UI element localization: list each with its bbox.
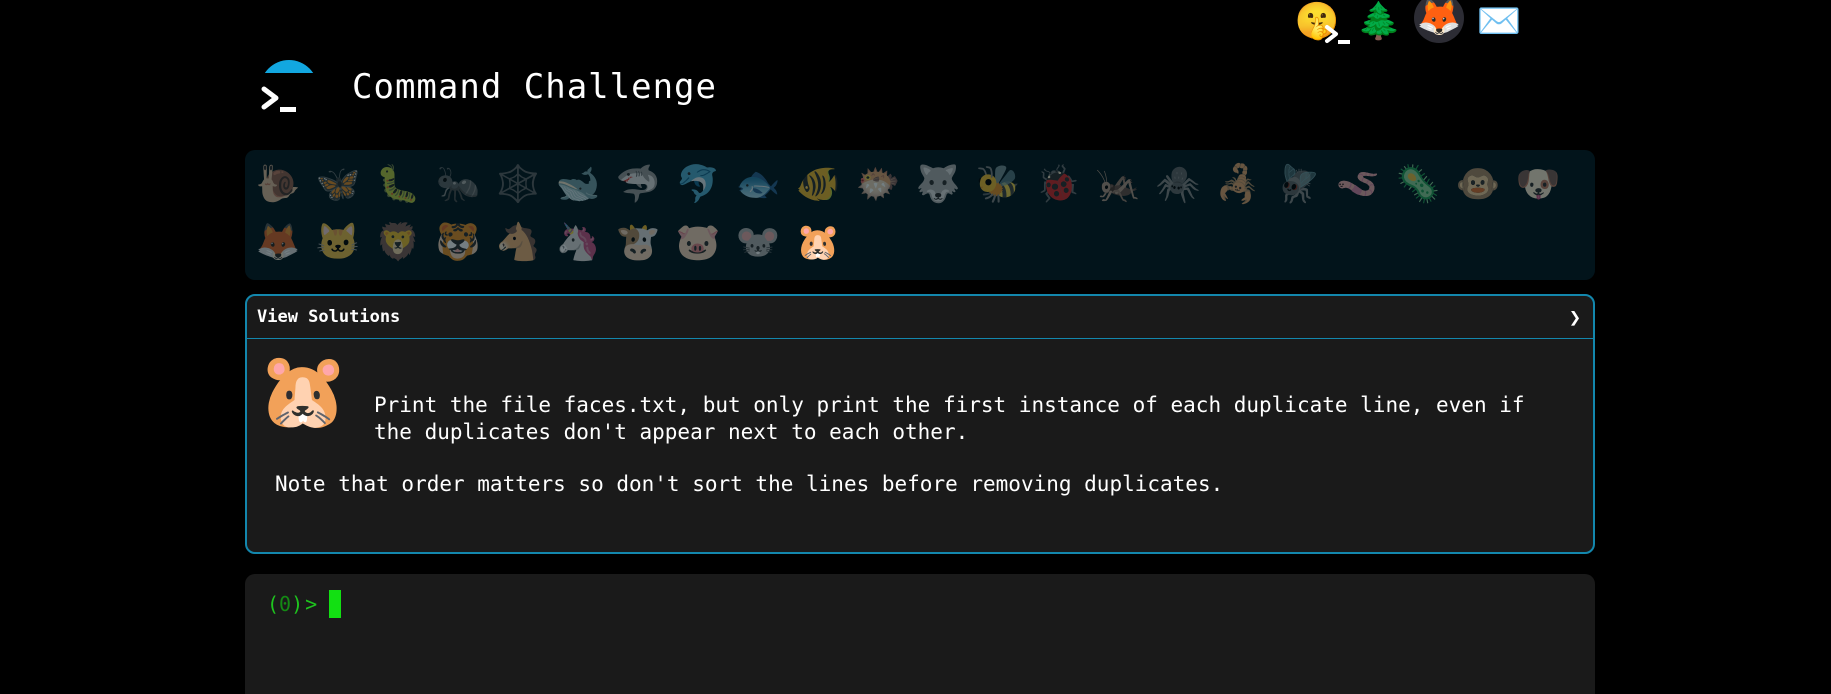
fly-icon[interactable]: 🪰 bbox=[1273, 160, 1323, 210]
chevron-right-icon: ❯ bbox=[1568, 305, 1581, 329]
terminal[interactable]: ( 0 ) > bbox=[245, 574, 1595, 694]
prompt-close-paren: ) bbox=[291, 592, 304, 616]
monkey-icon[interactable]: 🐵 bbox=[1453, 160, 1503, 210]
cow-icon[interactable]: 🐮 bbox=[613, 218, 663, 268]
hamster-icon[interactable]: 🐹 bbox=[793, 218, 843, 268]
mail-icon[interactable]: ✉️ bbox=[1472, 2, 1526, 42]
view-solutions-label: View Solutions bbox=[257, 307, 401, 327]
view-solutions-toggle[interactable]: View Solutions ❯ bbox=[247, 296, 1593, 339]
prompt-symbol: > bbox=[305, 592, 318, 616]
microbe-icon[interactable]: 🦠 bbox=[1393, 160, 1443, 210]
ant-icon[interactable]: 🐜 bbox=[433, 160, 483, 210]
blowfish-icon[interactable]: 🐡 bbox=[853, 160, 903, 210]
terminal-logo-icon[interactable] bbox=[258, 55, 322, 119]
cat-icon[interactable]: 🐱 bbox=[313, 218, 363, 268]
gitlab-icon[interactable]: 🦊 bbox=[1414, 0, 1464, 43]
caterpillar-icon[interactable]: 🐛 bbox=[373, 160, 423, 210]
hamster-icon: 🐹 bbox=[257, 348, 350, 434]
unicorn-icon[interactable]: 🦄 bbox=[553, 218, 603, 268]
tiger-icon[interactable]: 🐯 bbox=[433, 218, 483, 268]
logo-prompt-icon bbox=[261, 86, 296, 112]
mouse-icon[interactable]: 🐭 bbox=[733, 218, 783, 268]
terminal-prompt: ( 0 ) > bbox=[267, 590, 342, 618]
top-nav: 🤫 🌲 🦊 ✉️ bbox=[1290, 0, 1526, 44]
prompt-open-paren: ( bbox=[267, 592, 280, 616]
snail-icon[interactable]: 🐌 bbox=[253, 160, 303, 210]
shark-icon[interactable]: 🦈 bbox=[613, 160, 663, 210]
page-title: Command Challenge bbox=[352, 67, 717, 107]
worm-icon[interactable]: 🪱 bbox=[1333, 160, 1383, 210]
site-header: Command Challenge bbox=[258, 55, 717, 119]
fish-icon[interactable]: 🐟 bbox=[733, 160, 783, 210]
pig-icon[interactable]: 🐷 bbox=[673, 218, 723, 268]
lion-icon[interactable]: 🦁 bbox=[373, 218, 423, 268]
dolphin-icon[interactable]: 🐬 bbox=[673, 160, 723, 210]
scorpion-icon[interactable]: 🦂 bbox=[1213, 160, 1263, 210]
horse-icon[interactable]: 🐴 bbox=[493, 218, 543, 268]
tropical-fish-icon[interactable]: 🐠 bbox=[793, 160, 843, 210]
challenge-note: Note that order matters so don't sort th… bbox=[275, 472, 1224, 496]
whale-icon[interactable]: 🐋 bbox=[553, 160, 603, 210]
bee-icon[interactable]: 🐝 bbox=[973, 160, 1023, 210]
ladybug-icon[interactable]: 🐞 bbox=[1033, 160, 1083, 210]
challenge-description: Print the file faces.txt, but only print… bbox=[374, 393, 1525, 444]
spider-web-icon[interactable]: 🕸️ bbox=[493, 160, 543, 210]
challenge-selector: 🐌 🦋 🐛 🐜 🕸️ 🐋 🦈 🐬 🐟 🐠 🐡 🐺 🐝 🐞 🦗 🕷️ 🦂 🪰 🪱 🦠 🐵 🐶 🦊 🐱 🦁 🐯 🐴 🦄 🐮 🐷 🐭 🐹 bbox=[245, 150, 1595, 280]
spider-icon[interactable]: 🕷️ bbox=[1153, 160, 1203, 210]
dog-icon[interactable]: 🐶 bbox=[1513, 160, 1563, 210]
wolf-icon[interactable]: 🐺 bbox=[913, 160, 963, 210]
butterfly-icon[interactable]: 🦋 bbox=[313, 160, 363, 210]
fox-icon[interactable]: 🦊 bbox=[253, 218, 303, 268]
exit-code: 0 bbox=[279, 592, 292, 616]
cricket-icon[interactable]: 🦗 bbox=[1093, 160, 1143, 210]
challenge-panel: View Solutions ❯ 🐹 Print the file faces.… bbox=[245, 294, 1595, 554]
terminal-cursor[interactable] bbox=[329, 590, 342, 618]
terminal-prompt-icon[interactable] bbox=[1312, 16, 1366, 56]
